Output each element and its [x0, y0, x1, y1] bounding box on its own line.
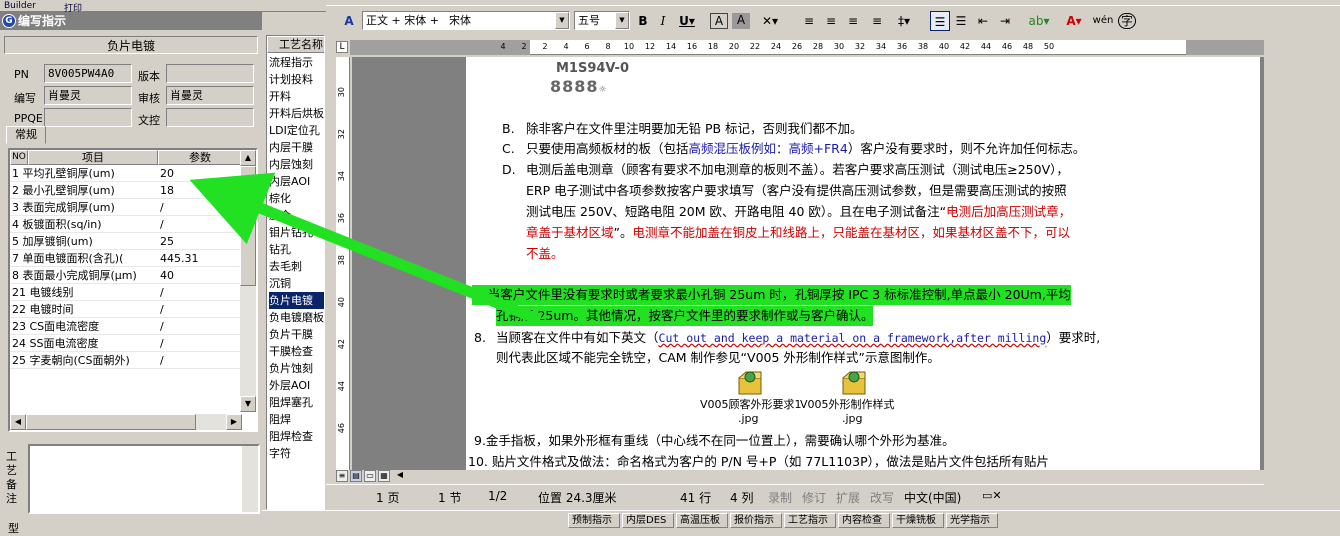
annotation-arrow	[189, 172, 543, 326]
